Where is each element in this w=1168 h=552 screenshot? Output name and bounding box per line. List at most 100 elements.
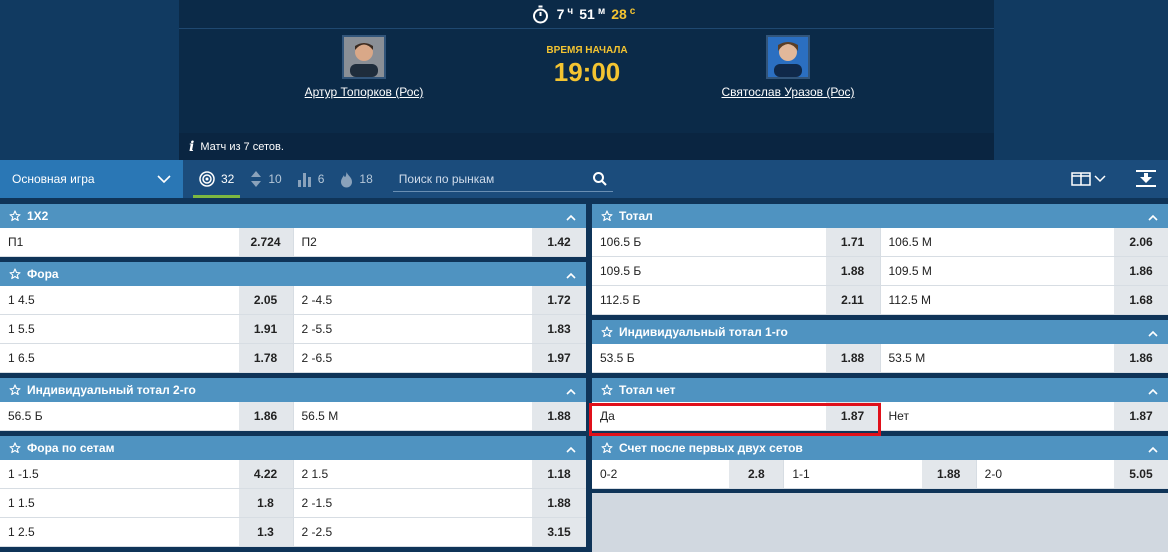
outcome-cell[interactable]: 2 -5.5 1.83 <box>292 315 586 343</box>
match-header: 7 ч 51 м 28 с Артур Топорков (Рос) ВРЕМЯ… <box>179 0 994 160</box>
market-header[interactable]: Индивидуальный тотал 1-го <box>592 320 1168 344</box>
outcome-cell[interactable]: 2 -6.5 1.97 <box>292 344 586 372</box>
outcome-odds-button[interactable]: 1.42 <box>532 228 586 256</box>
outcome-odds-button[interactable]: 1.86 <box>1114 344 1168 372</box>
outcome-odds-button[interactable]: 1.83 <box>532 315 586 343</box>
outcome-odds-button[interactable]: 2.06 <box>1114 228 1168 256</box>
outcome-cell[interactable]: 109.5 М 1.86 <box>879 257 1168 285</box>
star-icon[interactable] <box>601 384 613 396</box>
outcome-odds-button[interactable]: 4.22 <box>238 460 293 488</box>
market-header[interactable]: Тотал чет <box>592 378 1168 402</box>
collapse-all-button[interactable] <box>1136 170 1156 188</box>
chevron-up-icon[interactable] <box>1148 442 1158 456</box>
outcome-cell[interactable]: 1-1 1.88 <box>783 460 976 488</box>
chevron-up-icon[interactable] <box>566 384 576 398</box>
outcome-cell[interactable]: Нет 1.87 <box>879 402 1168 430</box>
star-icon[interactable] <box>9 384 21 396</box>
star-icon[interactable] <box>601 210 613 222</box>
outcome-odds-button[interactable]: 1.71 <box>825 228 880 256</box>
chevron-up-icon[interactable] <box>566 210 576 224</box>
outcome-odds-button[interactable]: 1.18 <box>532 460 586 488</box>
market-header[interactable]: 1X2 <box>0 204 586 228</box>
outcome-cell[interactable]: 56.5 М 1.88 <box>292 402 586 430</box>
outcome-odds-button[interactable]: 1.97 <box>532 344 586 372</box>
outcome-odds-button[interactable]: 1.87 <box>825 402 880 430</box>
outcome-cell[interactable]: 112.5 М 1.68 <box>879 286 1168 314</box>
tab-popular[interactable]: 18 <box>340 160 373 198</box>
outcome-cell[interactable]: 56.5 Б 1.86 <box>0 402 293 430</box>
tab-totals[interactable]: 10 <box>250 160 282 198</box>
outcome-odds-button[interactable]: 1.87 <box>1114 402 1168 430</box>
outcome-cell[interactable]: 1 6.5 1.78 <box>0 344 293 372</box>
team-2-name-link[interactable]: Святослав Уразов (Рос) <box>721 85 854 99</box>
search-icon[interactable] <box>592 171 607 186</box>
outcome-cell[interactable]: 1 4.5 2.05 <box>0 286 293 314</box>
outcome-odds-button[interactable]: 2.11 <box>825 286 880 314</box>
stopwatch-icon <box>532 5 549 24</box>
outcome-cell[interactable]: 2 1.5 1.18 <box>292 460 586 488</box>
market-row: 1 -1.5 4.22 2 1.5 1.18 <box>0 460 586 489</box>
star-icon[interactable] <box>601 326 613 338</box>
outcome-odds-button[interactable]: 3.15 <box>532 518 586 546</box>
outcome-name: 53.5 Б <box>600 351 635 365</box>
star-icon[interactable] <box>9 268 21 280</box>
outcome-odds-button[interactable]: 2.8 <box>729 460 784 488</box>
outcome-odds-button[interactable]: 5.05 <box>1113 460 1168 488</box>
outcome-odds-button[interactable]: 1.88 <box>825 257 880 285</box>
outcome-odds-button[interactable]: 1.86 <box>238 402 293 430</box>
outcome-cell[interactable]: 106.5 М 2.06 <box>879 228 1168 256</box>
outcome-odds-button[interactable]: 1.88 <box>532 489 586 517</box>
outcome-cell[interactable]: 53.5 Б 1.88 <box>592 344 880 372</box>
outcome-cell[interactable]: 1 2.5 1.3 <box>0 518 293 546</box>
outcome-odds-button[interactable]: 1.72 <box>532 286 586 314</box>
chevron-up-icon[interactable] <box>1148 326 1158 340</box>
outcome-odds-button[interactable]: 1.86 <box>1114 257 1168 285</box>
outcome-odds-button[interactable]: 1.88 <box>921 460 976 488</box>
chevron-up-icon[interactable] <box>566 442 576 456</box>
tab-all-markets[interactable]: 32 <box>192 160 241 198</box>
layout-toggle-button[interactable] <box>1071 172 1106 186</box>
outcome-cell[interactable]: 106.5 Б 1.71 <box>592 228 880 256</box>
outcome-cell[interactable]: 109.5 Б 1.88 <box>592 257 880 285</box>
outcome-cell[interactable]: П2 1.42 <box>292 228 586 256</box>
outcome-cell[interactable]: 1 5.5 1.91 <box>0 315 293 343</box>
market-header[interactable]: Фора <box>0 262 586 286</box>
chevron-up-icon[interactable] <box>1148 384 1158 398</box>
outcome-cell[interactable]: 112.5 Б 2.11 <box>592 286 880 314</box>
outcome-cell[interactable]: 2-0 5.05 <box>975 460 1168 488</box>
outcome-odds-button[interactable]: 1.88 <box>825 344 880 372</box>
outcome-cell[interactable]: 2 -1.5 1.88 <box>292 489 586 517</box>
market-header[interactable]: Счет после первых двух сетов <box>592 436 1168 460</box>
outcome-cell[interactable]: 2 -2.5 3.15 <box>292 518 586 546</box>
outcome-cell[interactable]: 2 -4.5 1.72 <box>292 286 586 314</box>
market-title: Фора по сетам <box>27 441 115 455</box>
outcome-odds-button[interactable]: 1.78 <box>238 344 293 372</box>
outcome-odds-button[interactable]: 1.8 <box>238 489 293 517</box>
chevron-up-icon[interactable] <box>1148 210 1158 224</box>
outcome-cell[interactable]: 1 -1.5 4.22 <box>0 460 293 488</box>
outcome-odds-button[interactable]: 1.88 <box>532 402 586 430</box>
team-1: Артур Топорков (Рос) <box>264 35 464 99</box>
outcome-cell[interactable]: 0-2 2.8 <box>592 460 784 488</box>
team-1-name-link[interactable]: Артур Топорков (Рос) <box>305 85 424 99</box>
market-header[interactable]: Фора по сетам <box>0 436 586 460</box>
tab-stats[interactable]: 6 <box>297 160 324 198</box>
outcome-cell[interactable]: Да 1.87 <box>592 402 880 430</box>
outcome-cell[interactable]: П1 2.724 <box>0 228 293 256</box>
star-icon[interactable] <box>9 442 21 454</box>
market-header[interactable]: Индивидуальный тотал 2-го <box>0 378 586 402</box>
outcome-odds-button[interactable]: 1.3 <box>238 518 293 546</box>
chevron-up-icon[interactable] <box>566 268 576 282</box>
outcome-odds-button[interactable]: 2.05 <box>238 286 293 314</box>
outcome-cell[interactable]: 53.5 М 1.86 <box>879 344 1168 372</box>
star-icon[interactable] <box>601 442 613 454</box>
market-search-input[interactable]: Поиск по рынкам <box>392 166 613 192</box>
outcome-odds-button[interactable]: 1.91 <box>238 315 293 343</box>
outcome-odds-button[interactable]: 1.68 <box>1114 286 1168 314</box>
market-group-select[interactable]: Основная игра <box>0 160 183 198</box>
market-header[interactable]: Тотал <box>592 204 1168 228</box>
outcome-odds-button[interactable]: 2.724 <box>238 228 293 256</box>
outcome-cell[interactable]: 1 1.5 1.8 <box>0 489 293 517</box>
outcome-name: Нет <box>888 409 909 423</box>
star-icon[interactable] <box>9 210 21 222</box>
